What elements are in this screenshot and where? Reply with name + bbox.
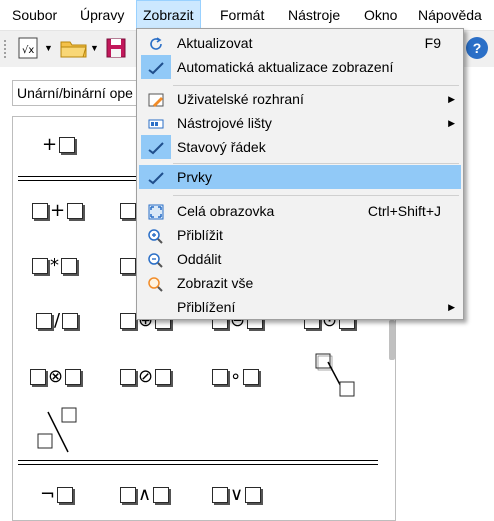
menu-item-aktualizovat[interactable]: Aktualizovat F9 <box>139 31 461 55</box>
submenu-arrow-icon: ▶ <box>448 94 455 104</box>
menu-zobrazit[interactable]: Zobrazit <box>136 0 201 30</box>
element-symbol: ⊘ <box>138 366 154 387</box>
menu-item-label: Celá obrazovka <box>177 203 275 219</box>
element-odivide[interactable]: ⊘ <box>118 366 173 387</box>
element-div[interactable]: / <box>34 310 80 331</box>
element-symbol: * <box>50 255 59 276</box>
submenu-arrow-icon: ▶ <box>448 118 455 128</box>
fullscreen-icon <box>147 203 165 220</box>
menu-item-nastrojove-listy[interactable]: Nástrojové lišty ▶ <box>139 111 461 135</box>
element-symbol: ∨ <box>230 484 244 505</box>
zoom-in-icon <box>147 227 165 244</box>
menu-item-label: Oddálit <box>177 251 222 267</box>
element-symbol: + <box>42 134 58 155</box>
element-symbol: + <box>50 200 66 221</box>
open-folder-icon[interactable] <box>58 35 90 61</box>
menu-nastroje[interactable]: Nástroje <box>282 0 346 30</box>
check-icon <box>147 59 165 75</box>
element-neg[interactable]: ¬ <box>40 484 75 505</box>
separator <box>18 460 378 465</box>
toolbar-icon <box>147 115 165 131</box>
menu-item-label: Aktualizovat <box>177 35 253 51</box>
element-cdot[interactable] <box>118 255 138 276</box>
save-icon[interactable] <box>104 35 130 61</box>
zoom-out-icon <box>147 251 165 268</box>
menu-format[interactable]: Formát <box>214 0 270 30</box>
elements-scrollbar[interactable] <box>389 320 395 360</box>
menu-okno[interactable]: Okno <box>358 0 403 30</box>
menu-item-cela-obrazovka[interactable]: Celá obrazovka Ctrl+Shift+J <box>139 199 461 223</box>
check-icon <box>147 169 165 185</box>
menu-item-label: Prvky <box>177 169 212 185</box>
zoom-all-icon <box>147 275 165 292</box>
menu-item-prvky[interactable]: Prvky <box>139 165 461 189</box>
submenu-arrow-icon: ▶ <box>448 302 455 312</box>
menu-item-shortcut: F9 <box>424 35 441 51</box>
menu-napoveda[interactable]: Nápověda <box>412 0 488 30</box>
check-icon <box>147 139 165 155</box>
ui-icon <box>147 91 165 107</box>
menu-item-zobrazit-vse[interactable]: Zobrazit vše <box>139 271 461 295</box>
element-widebslash[interactable] <box>36 406 82 461</box>
svg-text:√x: √x <box>22 45 34 56</box>
element-and[interactable]: ∧ <box>118 484 171 505</box>
element-unary-plus[interactable]: + <box>42 134 77 155</box>
menu-soubor[interactable]: Soubor <box>6 0 63 30</box>
element-symbol: ¬ <box>40 484 56 505</box>
new-formula-icon[interactable]: √x <box>14 35 44 61</box>
menu-separator <box>173 85 459 86</box>
menubar: Soubor Úpravy Zobrazit Formát Nástroje O… <box>0 0 494 31</box>
element-minus[interactable] <box>118 200 138 221</box>
element-symbol: ∘ <box>230 366 242 387</box>
help-icon[interactable]: ? <box>466 37 488 59</box>
chevron-down-icon[interactable]: ▼ <box>90 35 102 61</box>
element-symbol: ⊗ <box>48 366 64 387</box>
menu-item-label: Nástrojové lišty <box>177 115 272 131</box>
menu-item-label: Přiblížit <box>177 227 223 243</box>
zobrazit-menu: Aktualizovat F9 Automatická aktualizace … <box>136 28 464 320</box>
toolbar-grip[interactable] <box>4 40 6 58</box>
menu-item-oddalit[interactable]: Oddálit <box>139 247 461 271</box>
menu-item-priblizit[interactable]: Přiblížit <box>139 223 461 247</box>
element-wideslash[interactable] <box>314 352 360 405</box>
element-plus[interactable]: + <box>30 200 85 221</box>
element-times[interactable]: * <box>30 255 79 276</box>
menu-item-label: Stavový řádek <box>177 139 266 155</box>
element-otimes[interactable]: ⊗ <box>28 366 83 387</box>
element-circ[interactable]: ∘ <box>210 366 261 387</box>
menu-item-label: Zobrazit vše <box>177 275 254 291</box>
menu-separator <box>173 195 459 196</box>
menu-item-shortcut: Ctrl+Shift+J <box>367 203 441 219</box>
element-symbol: / <box>54 310 61 331</box>
menu-item-priblizeni[interactable]: Přiblížení ▶ <box>139 295 461 319</box>
menu-separator <box>173 163 459 164</box>
chevron-down-icon[interactable]: ▼ <box>44 35 56 61</box>
element-or[interactable]: ∨ <box>210 484 263 505</box>
menu-upravy[interactable]: Úpravy <box>74 0 130 30</box>
menu-item-stavovy-radek[interactable]: Stavový řádek <box>139 135 461 159</box>
refresh-icon <box>147 35 165 51</box>
menu-item-label: Automatická aktualizace zobrazení <box>177 59 394 75</box>
menu-item-label: Uživatelské rozhraní <box>177 91 304 107</box>
menu-item-uzivatelske-rozhrani[interactable]: Uživatelské rozhraní ▶ <box>139 87 461 111</box>
menu-item-auto-aktualizace[interactable]: Automatická aktualizace zobrazení <box>139 55 461 79</box>
menu-item-label: Přiblížení <box>177 299 236 315</box>
element-symbol: ∧ <box>138 484 152 505</box>
